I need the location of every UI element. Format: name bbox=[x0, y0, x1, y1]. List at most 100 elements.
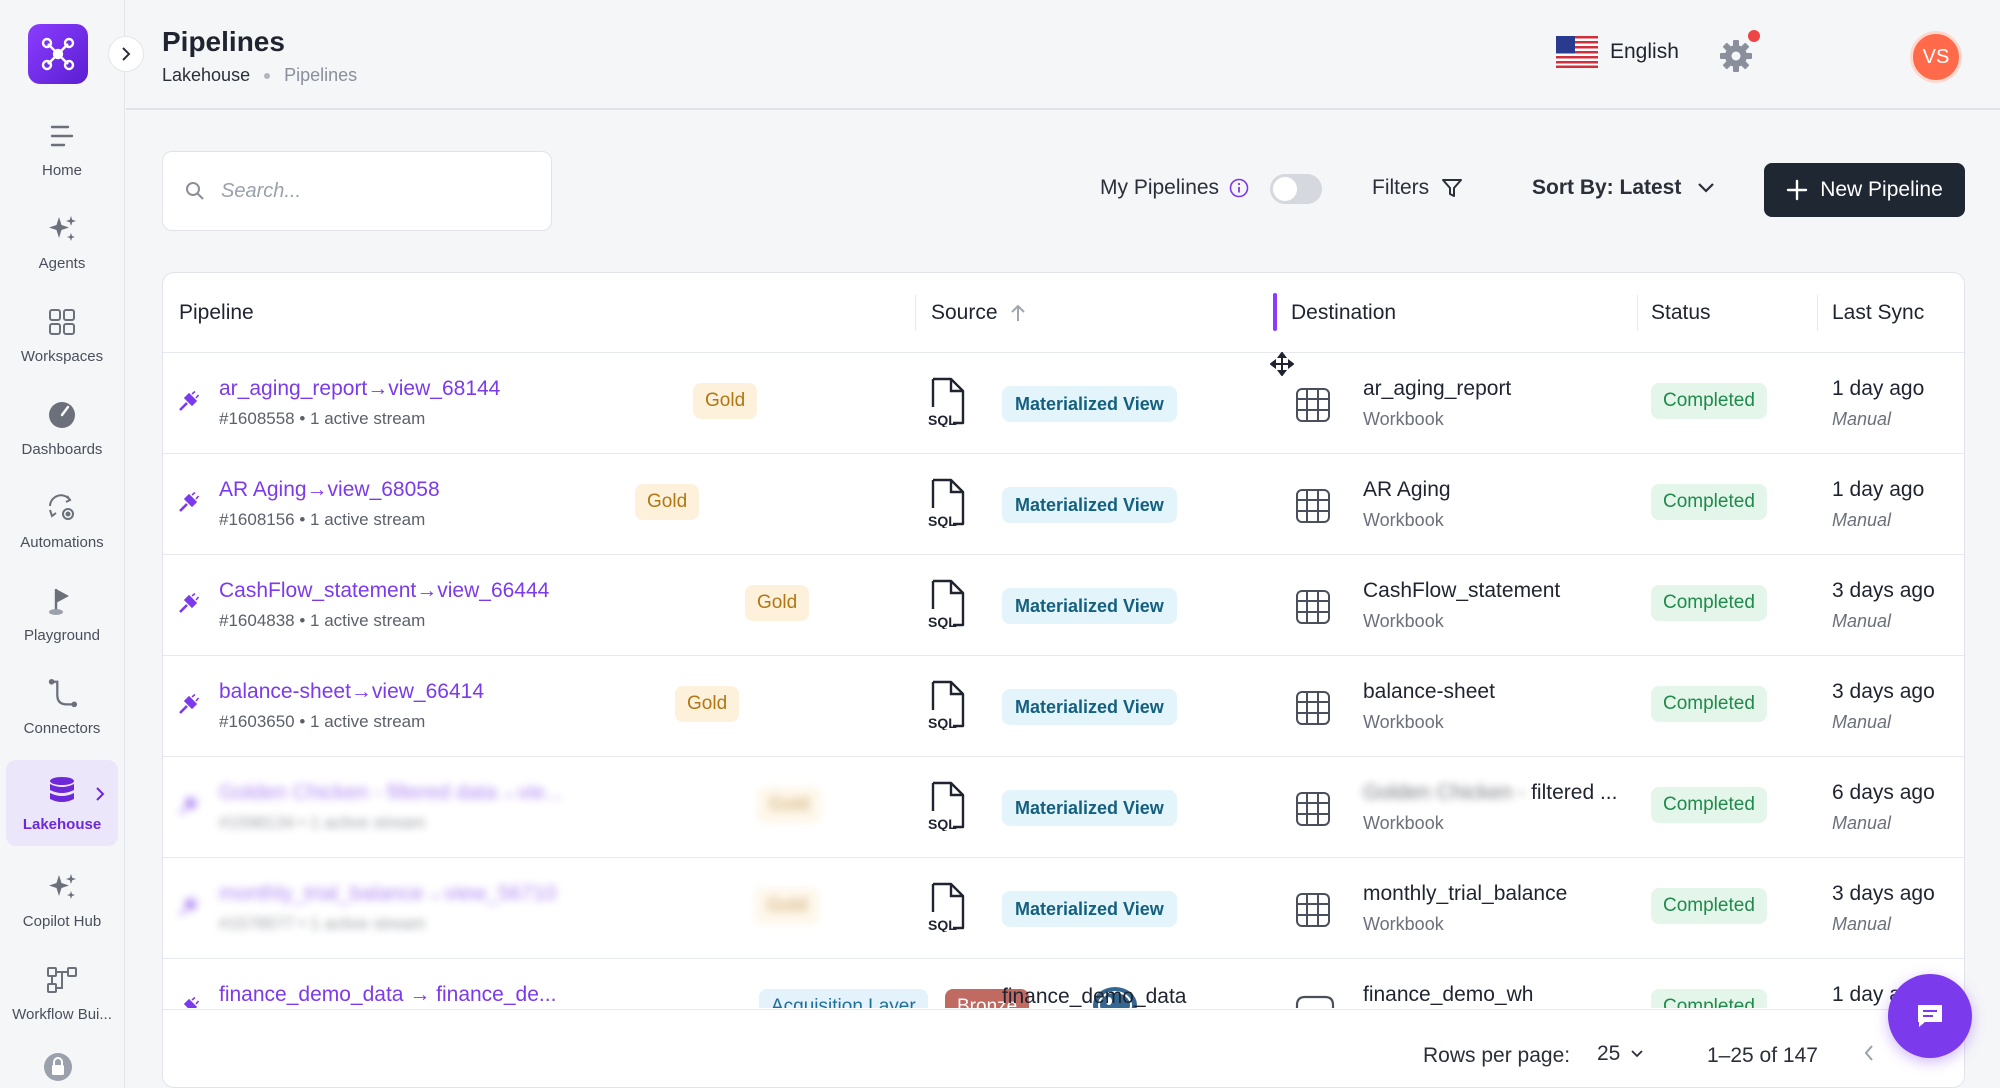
pagination-range: 1–25 of 147 bbox=[1707, 1044, 1818, 1067]
workflow-icon bbox=[46, 964, 78, 996]
breadcrumb-lakehouse[interactable]: Lakehouse bbox=[162, 65, 250, 86]
filters-button[interactable]: Filters bbox=[1372, 176, 1463, 200]
sidebar-item-workflow-builder[interactable]: Workflow Bui... bbox=[6, 950, 118, 1036]
lock-icon[interactable] bbox=[44, 1052, 72, 1087]
destination-type: Workbook bbox=[1363, 914, 1444, 934]
sidebar-item-dashboards[interactable]: Dashboards bbox=[6, 385, 118, 471]
info-icon[interactable] bbox=[1229, 178, 1249, 198]
sync-mode: Manual bbox=[1832, 914, 1892, 934]
destination-name: CashFlow_statement bbox=[1363, 579, 1561, 602]
sidebar-expand-button[interactable] bbox=[108, 36, 144, 72]
sidebar-item-label: Automations bbox=[20, 533, 104, 551]
sidebar-item-home[interactable]: Home bbox=[6, 106, 118, 192]
sql-file-icon: SQL bbox=[927, 781, 967, 836]
new-pipeline-button[interactable]: New Pipeline bbox=[1764, 163, 1965, 217]
pipeline-name-link[interactable]: ar_aging_report→view_68144 bbox=[219, 377, 500, 401]
sort-arrow-up-icon[interactable] bbox=[1010, 303, 1026, 323]
search-input[interactable] bbox=[221, 179, 521, 203]
pipeline-meta: #1603650 • 1 active stream bbox=[219, 712, 426, 731]
last-sync-time: 6 days ago bbox=[1832, 781, 1935, 804]
filters-label: Filters bbox=[1372, 176, 1430, 199]
sidebar-item-label: Lakehouse bbox=[22, 815, 102, 833]
table-pagination: Rows per page: 25 1–25 of 147 bbox=[163, 1009, 1964, 1087]
sidebar-item-automations[interactable]: Automations bbox=[6, 478, 118, 564]
sidebar-item-label: Dashboards bbox=[21, 440, 103, 458]
sql-file-icon: SQL bbox=[927, 882, 967, 937]
sidebar-item-connectors[interactable]: Connectors bbox=[6, 664, 118, 750]
avatar[interactable]: VS bbox=[1910, 31, 1962, 83]
flag-icon bbox=[46, 585, 78, 617]
destination-name: ar_aging_report bbox=[1363, 377, 1512, 400]
my-pipelines-toggle[interactable] bbox=[1270, 174, 1322, 204]
table-row[interactable]: finance_demo_data → finance_de... Acquisi… bbox=[163, 959, 1964, 1008]
sync-mode: Manual bbox=[1832, 510, 1892, 530]
column-header-pipeline[interactable]: Pipeline bbox=[179, 301, 254, 325]
sidebar-item-playground[interactable]: Playground bbox=[6, 571, 118, 657]
sidebar-item-label: Playground bbox=[24, 626, 100, 644]
pipeline-name-link[interactable]: Golden Chicken - filtered data→vie... bbox=[219, 781, 562, 805]
table-row[interactable]: ar_aging_report→view_68144 #1608558 • 1 a… bbox=[163, 353, 1964, 454]
search-box[interactable] bbox=[162, 151, 552, 231]
source-badge: Materialized View bbox=[1002, 588, 1177, 624]
column-divider[interactable] bbox=[1637, 295, 1638, 331]
my-pipelines-label: My Pipelines bbox=[1100, 176, 1220, 199]
pipeline-name-link[interactable]: AR Aging→view_68058 bbox=[219, 478, 440, 502]
sparkles-icon bbox=[46, 213, 78, 245]
breadcrumb-separator bbox=[264, 72, 271, 79]
status-badge: Completed bbox=[1651, 686, 1767, 722]
chevron-right-icon[interactable] bbox=[94, 786, 106, 807]
language-label: English bbox=[1610, 40, 1679, 63]
svg-text:SQL: SQL bbox=[928, 614, 957, 629]
column-header-destination[interactable]: Destination bbox=[1291, 301, 1396, 325]
pipeline-name-link[interactable]: CashFlow_statement→view_66444 bbox=[219, 579, 549, 603]
automation-gear-icon bbox=[46, 492, 78, 524]
pipeline-plug-icon bbox=[177, 794, 200, 822]
sidebar-item-agents[interactable]: Agents bbox=[6, 199, 118, 285]
source-badge: Materialized View bbox=[1002, 689, 1177, 725]
table-row[interactable]: Golden Chicken - filtered data→vie... #15… bbox=[163, 757, 1964, 858]
svg-text:SQL: SQL bbox=[928, 917, 957, 932]
sidebar-item-lakehouse[interactable]: Lakehouse bbox=[6, 760, 118, 846]
table-header: Pipeline Source Destination Status Last … bbox=[163, 273, 1964, 353]
column-resize-handle[interactable] bbox=[1273, 293, 1277, 331]
table-row[interactable]: balance-sheet→view_66414 #1603650 • 1 act… bbox=[163, 656, 1964, 757]
status-badge: Completed bbox=[1651, 787, 1767, 823]
language-selector[interactable]: English bbox=[1556, 36, 1679, 68]
layer-tag: Gold bbox=[675, 686, 740, 722]
destination-type: Workbook bbox=[1363, 611, 1444, 631]
table-row[interactable]: AR Aging→view_68058 #1608156 • 1 active s… bbox=[163, 454, 1964, 555]
grid-icon bbox=[46, 306, 78, 338]
previous-page-button[interactable] bbox=[1863, 1044, 1875, 1067]
workbook-grid-icon bbox=[1293, 890, 1333, 935]
pipeline-name-link[interactable]: finance_demo_data → finance_de... bbox=[219, 983, 556, 1007]
sidebar-item-label: Home bbox=[41, 161, 82, 179]
network-logo-icon bbox=[41, 37, 75, 71]
column-header-status[interactable]: Status bbox=[1651, 301, 1711, 325]
destination-name: AR Aging bbox=[1363, 478, 1451, 501]
sidebar-item-copilot-hub[interactable]: Copilot Hub bbox=[6, 857, 118, 943]
table-row[interactable]: CashFlow_statement→view_66444 #1604838 • … bbox=[163, 555, 1964, 656]
chevron-down-icon bbox=[1698, 183, 1715, 193]
gauge-icon bbox=[46, 399, 78, 431]
pipelines-table: Pipeline Source Destination Status Last … bbox=[162, 272, 1965, 1088]
workbook-grid-icon bbox=[1293, 486, 1333, 531]
pipeline-name-link[interactable]: monthly_trial_balance→view_56710 bbox=[219, 882, 556, 906]
table-body: ar_aging_report→view_68144 #1608558 • 1 a… bbox=[163, 353, 1964, 1008]
pipeline-name-link[interactable]: balance-sheet→view_66414 bbox=[219, 680, 484, 704]
column-divider[interactable] bbox=[915, 295, 916, 331]
column-header-source[interactable]: Source bbox=[931, 301, 1026, 325]
column-divider[interactable] bbox=[1817, 295, 1818, 331]
settings-button[interactable] bbox=[1718, 38, 1754, 79]
sidebar-item-label: Workspaces bbox=[20, 347, 104, 365]
app-logo[interactable] bbox=[28, 24, 88, 84]
workbook-grid-icon bbox=[1293, 587, 1333, 632]
destination-type: Workbook bbox=[1363, 813, 1444, 833]
sidebar-item-label: Agents bbox=[38, 254, 86, 272]
pipeline-meta: #1608156 • 1 active stream bbox=[219, 510, 426, 529]
chat-button[interactable] bbox=[1888, 974, 1972, 1058]
sort-dropdown[interactable]: Sort By: Latest bbox=[1532, 176, 1715, 200]
column-header-last-sync[interactable]: Last Sync bbox=[1832, 301, 1924, 325]
rows-per-page-select[interactable]: 25 bbox=[1597, 1042, 1644, 1066]
table-row[interactable]: monthly_trial_balance→view_56710 #1578577… bbox=[163, 858, 1964, 959]
sidebar-item-workspaces[interactable]: Workspaces bbox=[6, 292, 118, 378]
